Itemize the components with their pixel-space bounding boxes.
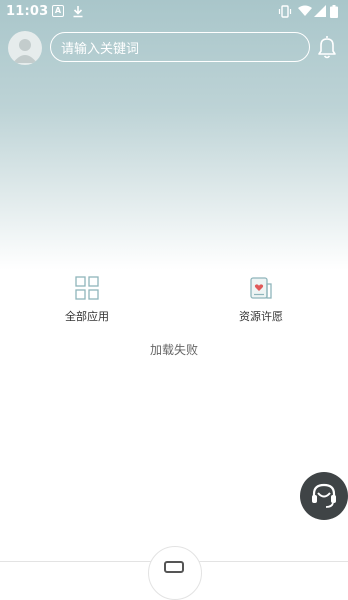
shortcut-label: 全部应用 xyxy=(65,310,109,323)
load-failed-message: 加载失败 xyxy=(149,343,198,357)
search-placeholder: 请输入关键词 xyxy=(61,41,140,57)
vibrate-icon xyxy=(278,5,292,18)
bell-icon[interactable] xyxy=(316,34,338,60)
signal-icon xyxy=(314,5,326,17)
wish-card-icon xyxy=(250,277,272,299)
grid-icon xyxy=(75,276,99,300)
bottom-center-icon xyxy=(164,561,184,573)
battery-icon xyxy=(330,5,338,18)
wifi-icon xyxy=(298,5,312,16)
status-bar: 11:03 A xyxy=(0,0,348,24)
headset-support-icon xyxy=(312,483,336,508)
shortcut-all-apps[interactable]: 全部应用 xyxy=(47,276,127,324)
support-button[interactable] xyxy=(300,472,348,520)
shortcut-label: 资源许愿 xyxy=(239,310,283,323)
status-time: 11:03 xyxy=(6,4,49,19)
shortcut-resource-wish[interactable]: 资源许愿 xyxy=(221,276,301,324)
avatar-placeholder-icon xyxy=(13,39,37,63)
avatar[interactable] xyxy=(8,31,42,65)
download-icon xyxy=(73,6,83,18)
bottom-center-tab[interactable] xyxy=(148,546,202,600)
search-input[interactable]: 请输入关键词 xyxy=(50,32,310,62)
a-badge-icon: A xyxy=(52,5,64,17)
